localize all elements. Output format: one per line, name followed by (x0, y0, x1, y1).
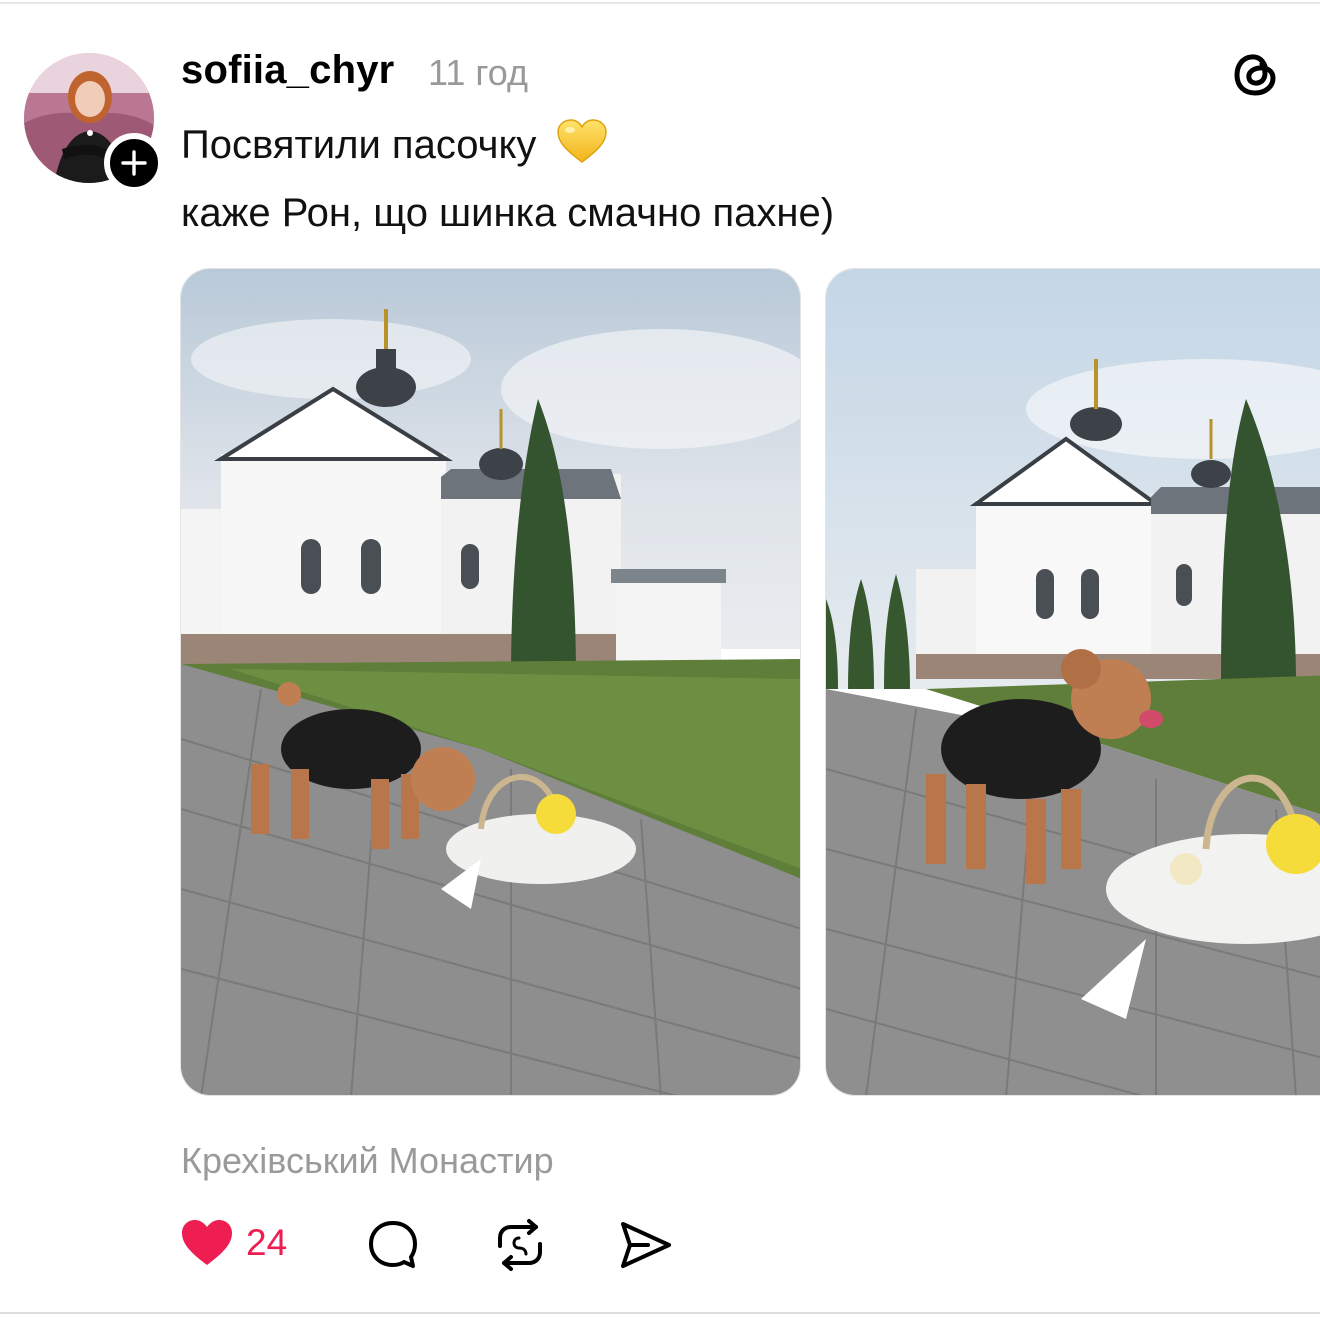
threads-logo-icon[interactable] (1228, 46, 1284, 102)
repost-icon (498, 1219, 542, 1271)
comment-button[interactable] (366, 1218, 420, 1272)
post-photo-1[interactable] (180, 268, 801, 1096)
like-button[interactable]: 24 (180, 1219, 287, 1267)
caption-line-2: каже Рон, що шинка смачно пахне) (181, 191, 835, 235)
plus-icon (121, 150, 147, 176)
send-icon (621, 1222, 671, 1268)
heart-filled-icon (182, 1220, 232, 1265)
caption-line-1: Посвятили пасочку (181, 118, 608, 174)
bottom-divider (0, 1312, 1320, 1314)
top-divider (0, 2, 1320, 4)
caption-text-1: Посвятили пасочку (181, 123, 537, 167)
repost-button[interactable] (492, 1218, 548, 1272)
post-timestamp: 11 год (428, 52, 528, 93)
like-count: 24 (246, 1222, 288, 1263)
username[interactable]: sofiia_chyr (181, 48, 394, 93)
follow-button[interactable] (104, 133, 164, 193)
comment-bubble-icon (369, 1221, 417, 1268)
post-photo-2[interactable] (825, 268, 1320, 1096)
post-location[interactable]: Крехівський Монастир (181, 1140, 554, 1182)
share-button[interactable] (618, 1218, 674, 1272)
yellow-heart-icon (556, 118, 608, 174)
